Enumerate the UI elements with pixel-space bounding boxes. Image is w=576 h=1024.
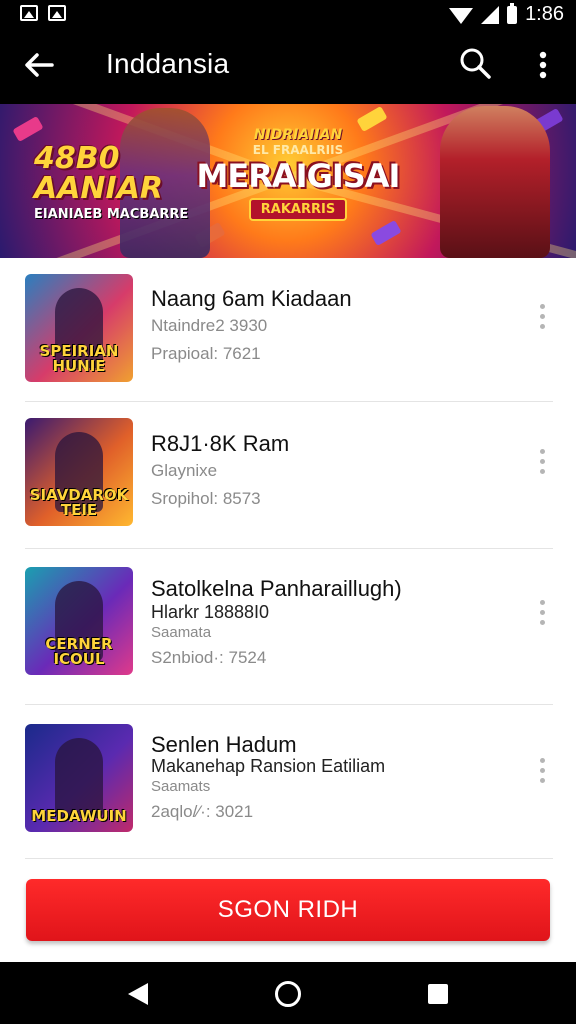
status-bar: 1:86 <box>0 0 576 28</box>
system-nav-bar <box>0 962 576 1024</box>
status-time: 1:86 <box>525 3 564 25</box>
item-subtitle: Ntaindre2 3930 <box>151 316 268 335</box>
item-meta: Prapioal: 7621 <box>151 344 261 363</box>
promo-banner[interactable]: 48B0 AANIAR EIANIAEB MACBARRE NIDRIAIIAN… <box>0 104 576 258</box>
item-meta: 2aqlo/⁄·: 3021 <box>151 802 254 821</box>
list-item[interactable]: SIAVDAROK TEIE R8J1·8K Ram Glaynixe Srop… <box>0 403 576 549</box>
banner-left-title: 48B0 AANIAR EIANIAEB MACBARRE <box>34 141 189 222</box>
item-meta: Sropihol: 8573 <box>151 489 261 508</box>
item-title: Satolkelna Panharaillugh) <box>151 576 402 601</box>
list-item[interactable]: SPEIRIAN HUNIE Naang 6am Kiadaan Ntaindr… <box>0 258 576 404</box>
more-options-icon[interactable] <box>530 48 556 82</box>
back-arrow-icon[interactable] <box>22 48 56 82</box>
divider <box>25 548 553 549</box>
primary-action-button[interactable]: SGON RIDH <box>26 879 550 941</box>
divider <box>25 704 553 705</box>
game-thumbnail: SIAVDAROK TEIE <box>25 418 133 526</box>
search-icon[interactable] <box>458 46 492 80</box>
app-bar: Inddansia <box>0 28 576 104</box>
gallery-notification-icon <box>20 5 38 21</box>
wifi-icon <box>449 7 474 24</box>
divider <box>25 401 553 402</box>
item-title: Senlen Hadum <box>151 732 297 757</box>
item-meta: S2nbiod·: 7524 <box>151 648 267 667</box>
item-more-icon[interactable] <box>536 758 548 784</box>
item-more-icon[interactable] <box>536 449 548 475</box>
item-more-icon[interactable] <box>536 600 548 626</box>
game-thumbnail: MEDAWUIN <box>25 724 133 832</box>
item-more-icon[interactable] <box>536 304 548 330</box>
nav-home-icon[interactable] <box>275 981 301 1007</box>
image-notification-icon <box>48 5 66 21</box>
game-thumbnail: CERNER ICOUL <box>25 567 133 675</box>
list-item[interactable]: MEDAWUIN Senlen Hadum Makanehap Ransion … <box>0 706 576 852</box>
list-item[interactable]: CERNER ICOUL Satolkelna Panharaillugh) H… <box>0 550 576 696</box>
game-thumbnail: SPEIRIAN HUNIE <box>25 274 133 382</box>
divider <box>25 858 553 859</box>
nav-back-icon[interactable] <box>128 983 148 1005</box>
item-subtitle: Hlarkr 18888I0 <box>151 602 270 622</box>
battery-icon <box>507 2 518 24</box>
item-subtitle: Glaynixe <box>151 461 218 480</box>
signal-icon <box>481 5 500 24</box>
nav-recents-icon[interactable] <box>428 984 448 1004</box>
item-category: Saamats <box>151 778 211 795</box>
banner-center-title: NIDRIAIIAN EL FRAALRIIS MERAIGISAI RAKAR… <box>190 128 406 221</box>
item-category: Saamata <box>151 624 212 641</box>
page-title: Inddansia <box>106 48 230 79</box>
item-title: Naang 6am Kiadaan <box>151 286 352 311</box>
banner-hero-right <box>440 106 550 258</box>
item-title: R8J1·8K Ram <box>151 431 290 456</box>
item-subtitle: Makanehap Ransion Eatiliam <box>151 756 386 776</box>
